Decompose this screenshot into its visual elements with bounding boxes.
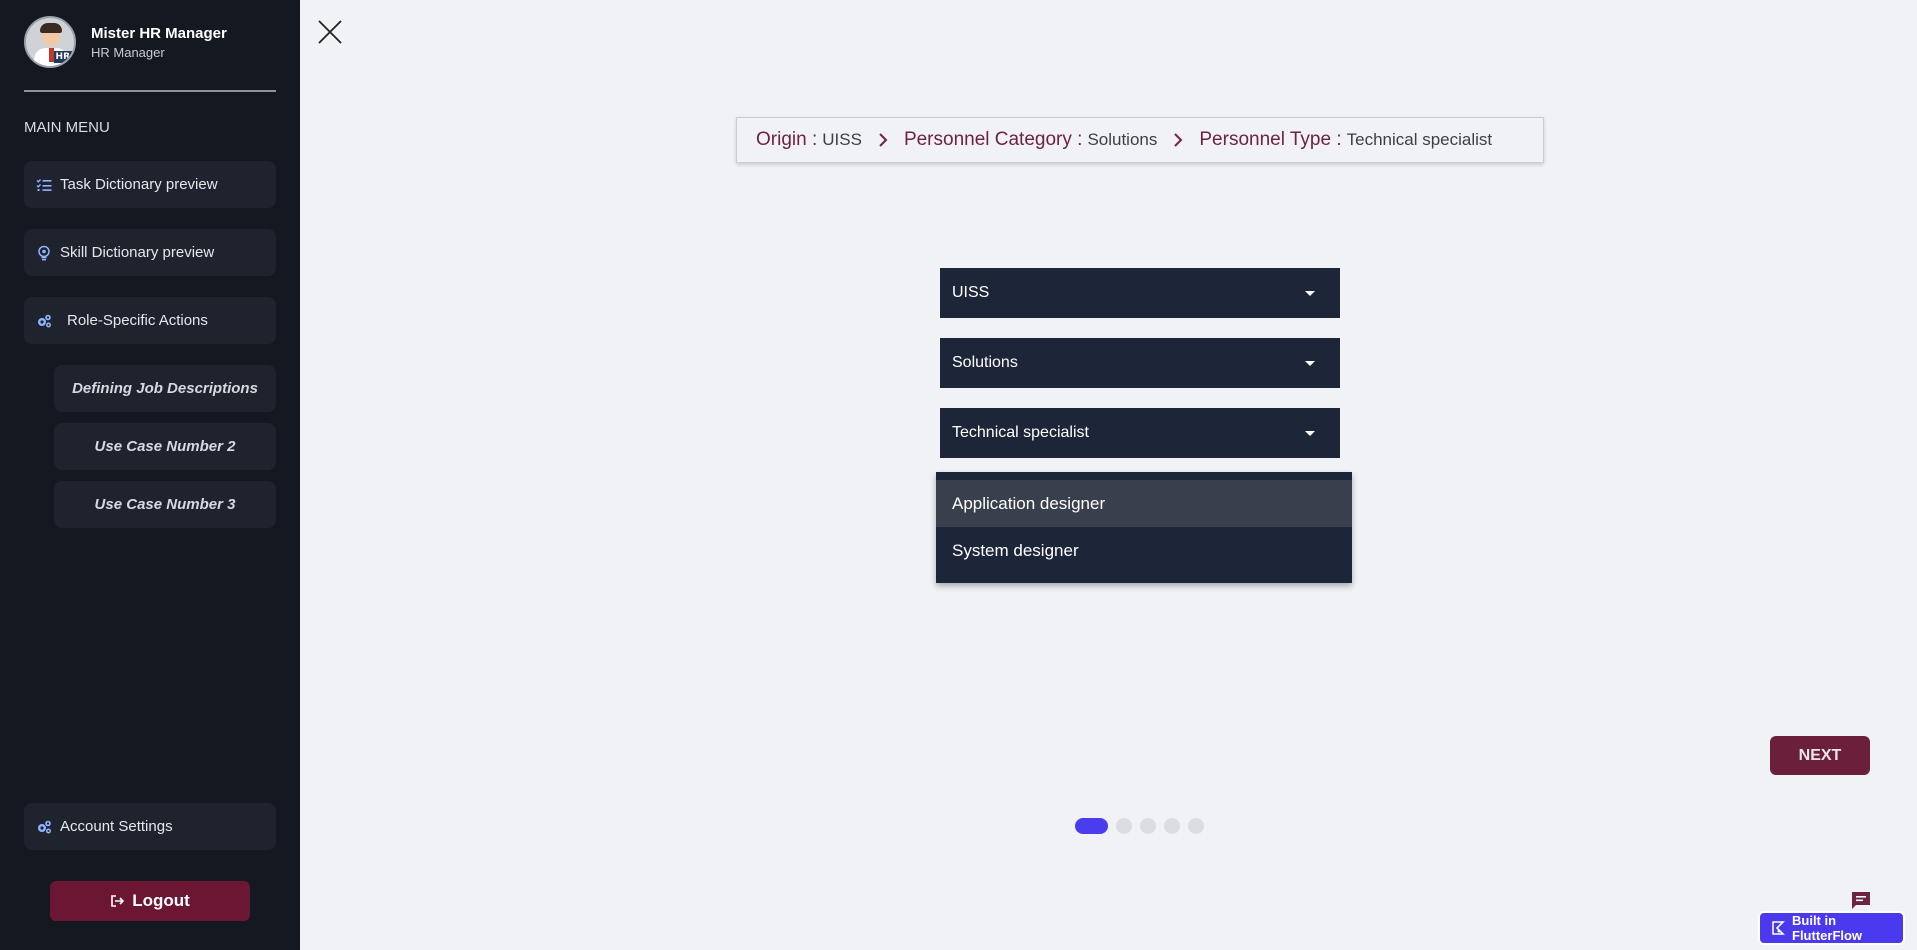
- caret-down-icon: [1305, 430, 1315, 436]
- gears-icon: [36, 819, 52, 835]
- breadcrumb-origin-value: UISS: [822, 130, 862, 149]
- user-profile: HR Mister HR Manager HR Manager: [24, 16, 227, 68]
- page-indicator: [1075, 818, 1212, 834]
- chevron-right-icon: [1173, 133, 1183, 147]
- logout-button[interactable]: Logout: [50, 881, 250, 921]
- option-system-designer[interactable]: System designer: [936, 527, 1352, 574]
- type-dropdown-value: Technical specialist: [952, 424, 1089, 441]
- flutterflow-badge[interactable]: Built in FlutterFlow: [1758, 911, 1905, 945]
- breadcrumb-type-key: Personnel Type :: [1199, 129, 1342, 150]
- profile-name: Mister HR Manager: [91, 24, 227, 42]
- chat-icon[interactable]: [1850, 891, 1872, 911]
- breadcrumb: Origin : UISS Personnel Category : Solut…: [736, 117, 1544, 163]
- sidebar-item-task-dictionary[interactable]: Task Dictionary preview: [24, 161, 276, 208]
- next-button[interactable]: NEXT: [1770, 736, 1870, 775]
- avatar: HR: [24, 16, 76, 68]
- logout-icon: [110, 894, 125, 908]
- caret-down-icon: [1305, 290, 1315, 296]
- breadcrumb-origin-key: Origin :: [756, 129, 818, 150]
- flutterflow-logo-icon: [1770, 920, 1786, 936]
- sidebar-item-label: Role-Specific Actions: [67, 312, 208, 329]
- sidebar-subitem-use-case-3[interactable]: Use Case Number 3: [54, 481, 276, 528]
- sidebar-subitem-defining-job-descriptions[interactable]: Defining Job Descriptions: [54, 365, 276, 412]
- lightbulb-gear-icon: [36, 245, 52, 261]
- caret-down-icon: [1305, 360, 1315, 366]
- main-menu-heading: MAIN MENU: [24, 119, 110, 136]
- origin-dropdown[interactable]: UISS: [940, 268, 1340, 318]
- option-application-designer[interactable]: Application designer: [936, 480, 1352, 527]
- origin-dropdown-value: UISS: [952, 284, 990, 301]
- profile-role: HR Manager: [91, 44, 165, 60]
- category-dropdown[interactable]: Solutions: [940, 338, 1340, 388]
- dropdown-options-menu: Application designer System designer: [936, 472, 1352, 583]
- page-dot-5[interactable]: [1188, 818, 1204, 834]
- gears-icon: [36, 313, 52, 329]
- sidebar-item-label: Account Settings: [60, 818, 173, 835]
- breadcrumb-category-value: Solutions: [1087, 130, 1158, 149]
- sidebar-item-label: Skill Dictionary preview: [60, 244, 215, 261]
- close-icon[interactable]: [316, 18, 344, 46]
- page-dot-2[interactable]: [1116, 818, 1132, 834]
- logout-label: Logout: [132, 891, 190, 910]
- breadcrumb-category-key: Personnel Category :: [903, 129, 1083, 150]
- sidebar: HR Mister HR Manager HR Manager MAIN MEN…: [0, 0, 300, 950]
- breadcrumb-type-value: Technical specialist: [1346, 130, 1493, 149]
- checklist-icon: [36, 177, 52, 193]
- sidebar-item-skill-dictionary[interactable]: Skill Dictionary preview: [24, 229, 276, 276]
- category-dropdown-value: Solutions: [952, 354, 1018, 371]
- sidebar-divider: [24, 90, 276, 92]
- type-dropdown[interactable]: Technical specialist: [940, 408, 1340, 458]
- page-dot-4[interactable]: [1164, 818, 1180, 834]
- page-dot-1[interactable]: [1075, 818, 1108, 834]
- sidebar-item-role-specific-actions[interactable]: Role-Specific Actions: [24, 297, 276, 344]
- chevron-right-icon: [878, 133, 888, 147]
- sidebar-item-label: Task Dictionary preview: [60, 176, 218, 193]
- sidebar-subitem-use-case-2[interactable]: Use Case Number 2: [54, 423, 276, 470]
- sidebar-item-account-settings[interactable]: Account Settings: [24, 803, 276, 850]
- flutterflow-badge-label: Built in FlutterFlow: [1792, 913, 1863, 943]
- page-dot-3[interactable]: [1140, 818, 1156, 834]
